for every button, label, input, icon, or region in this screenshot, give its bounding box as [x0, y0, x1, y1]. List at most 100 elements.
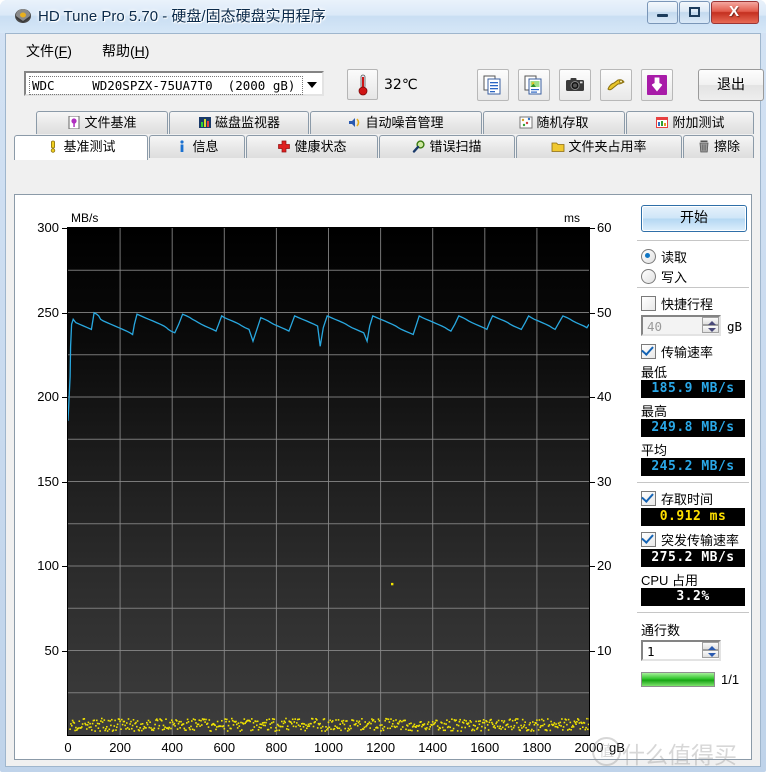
benchmark-pane: MB/s ms 50 100 150 200 250 300 10 20 30 40 50 60 0 20…	[14, 194, 752, 760]
tab-random-access[interactable]: 随机存取	[483, 111, 625, 134]
x-tick-label: 600	[213, 740, 236, 755]
benchmark-icon	[46, 138, 60, 153]
menu-help-label: 帮助	[102, 43, 130, 59]
chevron-down-icon	[307, 82, 317, 88]
x-tick-label: 1200	[366, 740, 396, 755]
short-stroke-stepper-buttons[interactable]	[702, 317, 719, 334]
menu-file[interactable]: 文件(F)	[18, 39, 80, 63]
tab-row-upper: 文件基准 磁盘监视器 自动噪音管理 随机存取 附加测试	[6, 111, 760, 135]
title-bar: HD Tune Pro 5.70 - 硬盘/固态硬盘实用程序 X	[0, 0, 766, 33]
access-time-checkbox-icon	[641, 491, 656, 506]
checkbox-transfer-rate[interactable]: 传输速率	[641, 342, 713, 361]
passes-up-icon[interactable]	[702, 642, 719, 650]
tab-benchmark[interactable]: 基准测试	[14, 135, 148, 160]
stepper-up-icon[interactable]	[702, 317, 719, 325]
divider-3	[637, 482, 749, 483]
y-tick-label: 100	[37, 558, 59, 573]
health-icon	[277, 138, 291, 153]
y-tick-label: 50	[44, 642, 59, 658]
tab-auto-noise[interactable]: 自动噪音管理	[310, 111, 482, 134]
tab-error-scan[interactable]: 错误扫描	[379, 135, 515, 158]
short-stroke-label: 快捷行程	[661, 297, 714, 312]
menu-file-accel: F	[58, 43, 68, 59]
access-time-value: 0.912 ms	[641, 508, 745, 526]
menu-bar: 文件(F) 帮助(H)	[6, 34, 760, 62]
menu-help[interactable]: 帮助(H)	[94, 39, 157, 63]
plot-area	[67, 227, 590, 736]
file-benchmark-icon	[67, 114, 81, 130]
checkbox-short-stroke[interactable]: 快捷行程	[641, 294, 713, 313]
transfer-rate-checkbox-icon	[641, 344, 656, 359]
chart-svg	[68, 228, 589, 735]
app-window: HD Tune Pro 5.70 - 硬盘/固态硬盘实用程序 X 文件(F) 帮…	[0, 0, 766, 772]
thermometer-icon	[358, 74, 368, 96]
minimize-button[interactable]	[647, 1, 678, 24]
y-tick-mark	[62, 566, 67, 567]
y2-tick-label: 50	[597, 304, 612, 320]
maximize-icon	[689, 7, 700, 17]
burst-rate-label: 突发传输速率	[661, 533, 740, 548]
y-tick-mark	[62, 228, 67, 229]
temperature-button[interactable]	[347, 69, 378, 100]
exit-button[interactable]: 退出	[698, 69, 764, 101]
passes-down-icon[interactable]	[702, 650, 719, 658]
checkbox-burst-rate[interactable]: 突发传输速率	[641, 530, 739, 549]
tab-folder-usage[interactable]: 文件夹占用率	[516, 135, 682, 158]
tab-disk-monitor[interactable]: 磁盘监视器	[169, 111, 309, 134]
toolbar: WDC WD20SPZX-75UA7T0 (2000 gB) 32℃ 退出	[6, 62, 764, 110]
y-tick-mark	[62, 397, 67, 398]
tab-info[interactable]: 信息	[149, 135, 245, 158]
average-value: 245.2 MB/s	[641, 458, 745, 476]
folder-usage-icon	[551, 138, 565, 152]
maximize-button[interactable]	[679, 1, 710, 24]
start-button[interactable]: 开始	[641, 205, 747, 232]
folder-button[interactable]	[600, 69, 632, 101]
y2-tick-mark	[590, 312, 595, 314]
y-tick-label: 150	[37, 473, 59, 489]
tab-row-lower: 基准测试 信息 健康状态 错误扫描 文件夹占用率 擦除	[6, 135, 760, 161]
screenshot-button[interactable]	[559, 69, 591, 101]
drive-select-value: WDC WD20SPZX-75UA7T0 (2000 gB)	[29, 76, 303, 95]
passes-stepper[interactable]: 1	[641, 640, 721, 661]
burst-rate-checkbox-icon	[641, 532, 656, 547]
progress-text: 1/1	[721, 672, 740, 687]
tab-erase[interactable]: 擦除	[683, 135, 754, 158]
copy-text-button[interactable]	[477, 69, 509, 101]
y-tick-mark	[62, 481, 67, 483]
radio-read[interactable]: 读取	[641, 247, 687, 266]
close-icon: X	[728, 3, 739, 20]
passes-label: 通行数	[641, 623, 681, 638]
minimum-value: 185.9 MB/s	[641, 380, 745, 398]
x-tick-label: 0	[64, 740, 72, 755]
radio-write[interactable]: 写入	[641, 267, 687, 286]
tab-extra-tests[interactable]: 附加测试	[626, 111, 754, 134]
maximum-label: 最高	[641, 404, 668, 419]
y2-tick-mark	[590, 481, 595, 483]
minimum-label: 最低	[641, 365, 668, 380]
tab-benchmark-label: 基准测试	[63, 139, 116, 154]
y2-tick-label: 60	[597, 220, 612, 235]
y2-tick-label: 10	[597, 642, 612, 658]
watermark-mark: 值	[592, 737, 621, 766]
tab-disk-monitor-label: 磁盘监视器	[214, 115, 280, 130]
passes-stepper-buttons[interactable]	[702, 642, 719, 659]
drive-select[interactable]: WDC WD20SPZX-75UA7T0 (2000 gB)	[24, 71, 324, 96]
watermark-text: 什么值得买	[622, 743, 737, 769]
y2-tick-mark	[590, 397, 595, 398]
info-icon	[175, 138, 189, 152]
short-stroke-checkbox-icon	[641, 296, 656, 311]
download-button[interactable]	[641, 69, 673, 101]
y-tick-label: 250	[37, 304, 59, 320]
checkbox-access-time[interactable]: 存取时间	[641, 489, 713, 508]
radio-write-icon	[641, 269, 656, 284]
tab-health[interactable]: 健康状态	[246, 135, 378, 158]
close-button[interactable]: X	[711, 1, 759, 24]
divider-2	[637, 287, 749, 288]
stepper-down-icon[interactable]	[702, 325, 719, 333]
short-stroke-stepper[interactable]: 40	[641, 315, 721, 336]
y2-tick-label: 20	[597, 558, 612, 573]
copy-image-button[interactable]	[518, 69, 550, 101]
tab-random-access-label: 随机存取	[536, 115, 589, 130]
tab-file-benchmark[interactable]: 文件基准	[36, 111, 168, 134]
extra-tests-icon	[655, 114, 669, 128]
